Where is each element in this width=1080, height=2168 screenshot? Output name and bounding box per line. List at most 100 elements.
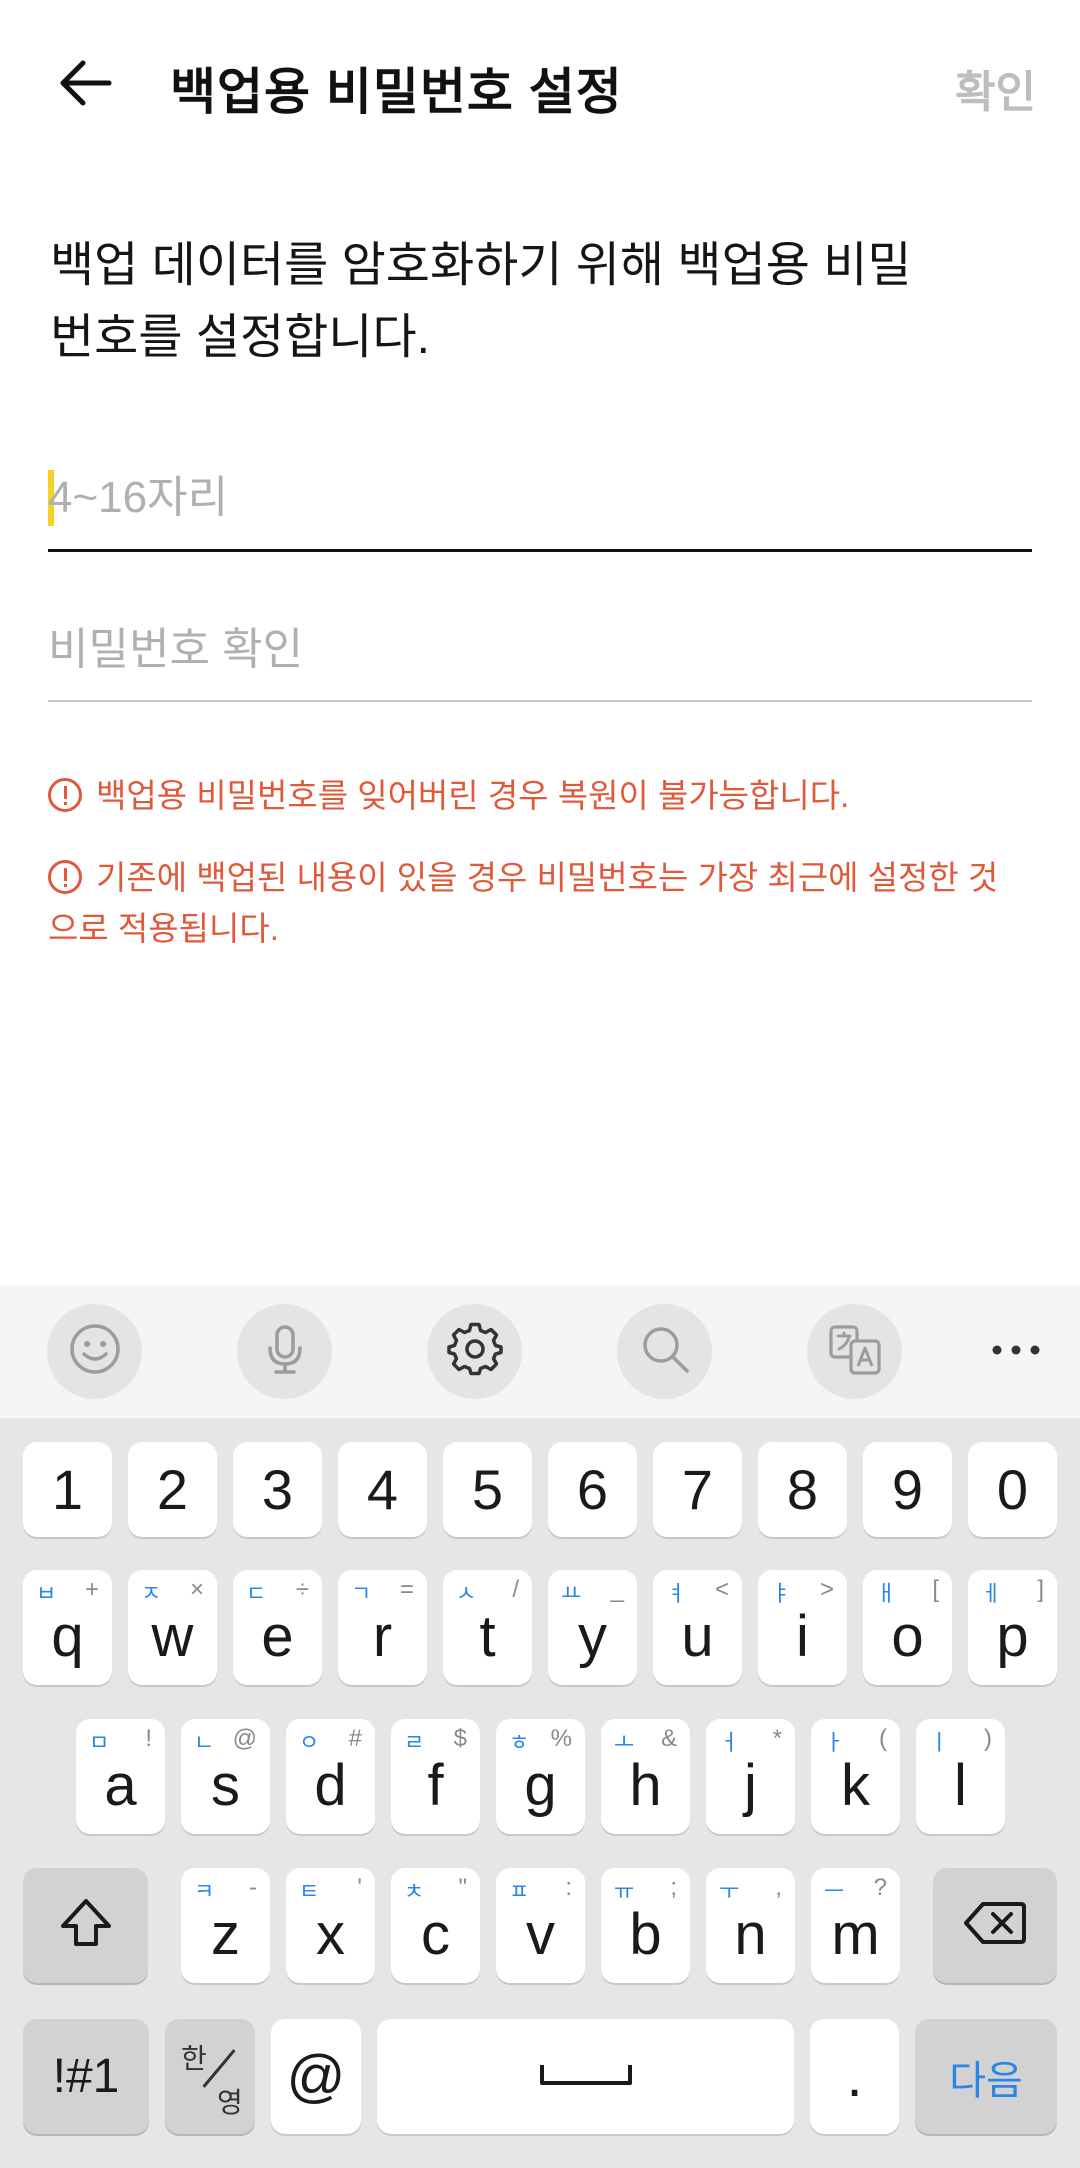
symbols-key[interactable]: !#1 [23, 2019, 149, 2134]
key-symbol: ) [984, 1725, 992, 1752]
lang-english-label: 영 [217, 2087, 243, 2118]
key-6[interactable]: 6 [548, 1442, 637, 1537]
space-key[interactable] [377, 2019, 794, 2134]
key-label: v [526, 1902, 555, 1967]
password-confirm-field[interactable] [48, 618, 1032, 702]
key-3[interactable]: 3 [233, 1442, 322, 1537]
key-label: o [891, 1604, 924, 1669]
translate-button[interactable] [807, 1304, 902, 1399]
voice-input-button[interactable] [237, 1304, 332, 1399]
password-confirm-input[interactable] [48, 622, 1032, 678]
key-d[interactable]: ㅇ # d [286, 1719, 375, 1834]
key-label: c [421, 1902, 450, 1967]
key-a[interactable]: ㅁ! a [76, 1719, 165, 1834]
backspace-key[interactable] [933, 1868, 1057, 1983]
key-symbol: * [772, 1725, 782, 1752]
key-symbol: > [819, 1576, 834, 1603]
key-period[interactable]: . [810, 2019, 899, 2134]
key-s[interactable]: ㄴ @ s [181, 1719, 270, 1834]
keyboard-search-button[interactable] [617, 1304, 712, 1399]
keyboard-settings-button[interactable] [427, 1304, 522, 1399]
key-j[interactable]: ㅓ * j [706, 1719, 795, 1834]
more-icon [991, 1343, 1041, 1361]
key-e[interactable]: ㄷ ÷ e [233, 1570, 322, 1685]
password-field[interactable] [48, 462, 1032, 552]
key-g[interactable]: ㅎ% g [496, 1719, 585, 1834]
description-text: 백업 데이터를 암호화하기 위해 백업용 비밀번호를 설정합니다. [50, 239, 912, 364]
key-label: t [479, 1604, 496, 1669]
key-symbol: / [512, 1576, 519, 1603]
key-w[interactable]: ㅈ × w [128, 1570, 217, 1685]
key-symbol: : [565, 1874, 572, 1901]
key-f[interactable]: ㄹ $ f [391, 1719, 480, 1834]
key-label: f [427, 1753, 444, 1818]
emoji-button[interactable] [47, 1304, 142, 1399]
translate-icon [827, 1321, 883, 1382]
key-label: x [316, 1902, 345, 1967]
key-5[interactable]: 5 [443, 1442, 532, 1537]
key-hangul: ㅈ [141, 1581, 162, 1606]
key-hangul: ㅑ [771, 1581, 792, 1606]
key-hangul: ㅜ [719, 1879, 740, 1904]
key-z[interactable]: ㅋ -z [181, 1868, 270, 1983]
back-button[interactable] [40, 40, 130, 130]
key-label: 7 [681, 1458, 714, 1521]
more-options-button[interactable] [968, 1304, 1063, 1399]
key-hangul: ㅗ [614, 1730, 635, 1755]
key-label: g [524, 1753, 557, 1818]
key-hangul: ㅅ [456, 1581, 477, 1606]
key-symbol: < [714, 1576, 729, 1603]
keyboard-keys: 1 2 3 4 5 6 7 8 9 0 ㅂ + q ㅈ × w ㄷ ÷ e ㄱ = r ㅅ / t … [0, 1418, 1080, 2168]
key-o[interactable]: ㅐ [o [863, 1570, 952, 1685]
shift-key[interactable] [23, 1868, 148, 1983]
key-label: 0 [996, 1458, 1029, 1521]
password-input[interactable] [48, 470, 1032, 526]
language-toggle-key[interactable]: 한 영 [165, 2019, 255, 2134]
key-label: m [831, 1902, 880, 1967]
key-r[interactable]: ㄱ = r [338, 1570, 427, 1685]
key-hangul: ㅛ [561, 1581, 582, 1606]
key-n[interactable]: ㅜ, n [706, 1868, 795, 1983]
key-c[interactable]: ㅊ " c [391, 1868, 480, 1983]
confirm-button[interactable]: 확인 [955, 56, 1036, 120]
key-label: 1 [51, 1458, 84, 1521]
language-toggle-icon: 한 영 [165, 2019, 255, 2134]
key-9[interactable]: 9 [863, 1442, 952, 1537]
key-h[interactable]: ㅗ & h [601, 1719, 690, 1834]
app-header: 백업용 비밀번호 설정 확인 [0, 0, 1080, 170]
key-v[interactable]: ㅍ: v [496, 1868, 585, 1983]
key-7[interactable]: 7 [653, 1442, 742, 1537]
key-8[interactable]: 8 [758, 1442, 847, 1537]
key-b[interactable]: ㅠ; b [601, 1868, 690, 1983]
key-u[interactable]: ㅕ < u [653, 1570, 742, 1685]
emoji-icon [68, 1322, 122, 1381]
key-label: w [151, 1604, 194, 1669]
shift-arrow-icon [59, 1896, 113, 1955]
key-symbol: ÷ [295, 1576, 309, 1603]
key-symbol: # [348, 1725, 362, 1752]
key-k[interactable]: ㅏ (k [811, 1719, 900, 1834]
key-1[interactable]: 1 [23, 1442, 112, 1537]
key-0[interactable]: 0 [968, 1442, 1057, 1537]
key-x[interactable]: ㅌ ' x [286, 1868, 375, 1983]
key-at[interactable]: @ [271, 2019, 361, 2134]
key-q[interactable]: ㅂ + q [23, 1570, 112, 1685]
key-m[interactable]: ㅡ? m [811, 1868, 900, 1983]
key-hangul: ㅣ [929, 1730, 950, 1755]
key-t[interactable]: ㅅ / t [443, 1570, 532, 1685]
key-i[interactable]: ㅑ > i [758, 1570, 847, 1685]
key-2[interactable]: 2 [128, 1442, 217, 1537]
key-y[interactable]: ㅛ _ y [548, 1570, 637, 1685]
key-label: b [629, 1902, 662, 1967]
back-arrow-icon [57, 59, 113, 112]
lang-korean-label: 한 [181, 2043, 207, 2074]
key-label: l [954, 1753, 967, 1818]
key-label: p [996, 1604, 1029, 1669]
key-4[interactable]: 4 [338, 1442, 427, 1537]
key-hangul: ㅇ [299, 1730, 320, 1755]
key-l[interactable]: ㅣ) l [916, 1719, 1005, 1834]
key-label: . [846, 2044, 863, 2109]
key-p[interactable]: ㅔ] p [968, 1570, 1057, 1685]
settings-icon [446, 1321, 503, 1382]
next-key[interactable]: 다음 [915, 2019, 1057, 2134]
